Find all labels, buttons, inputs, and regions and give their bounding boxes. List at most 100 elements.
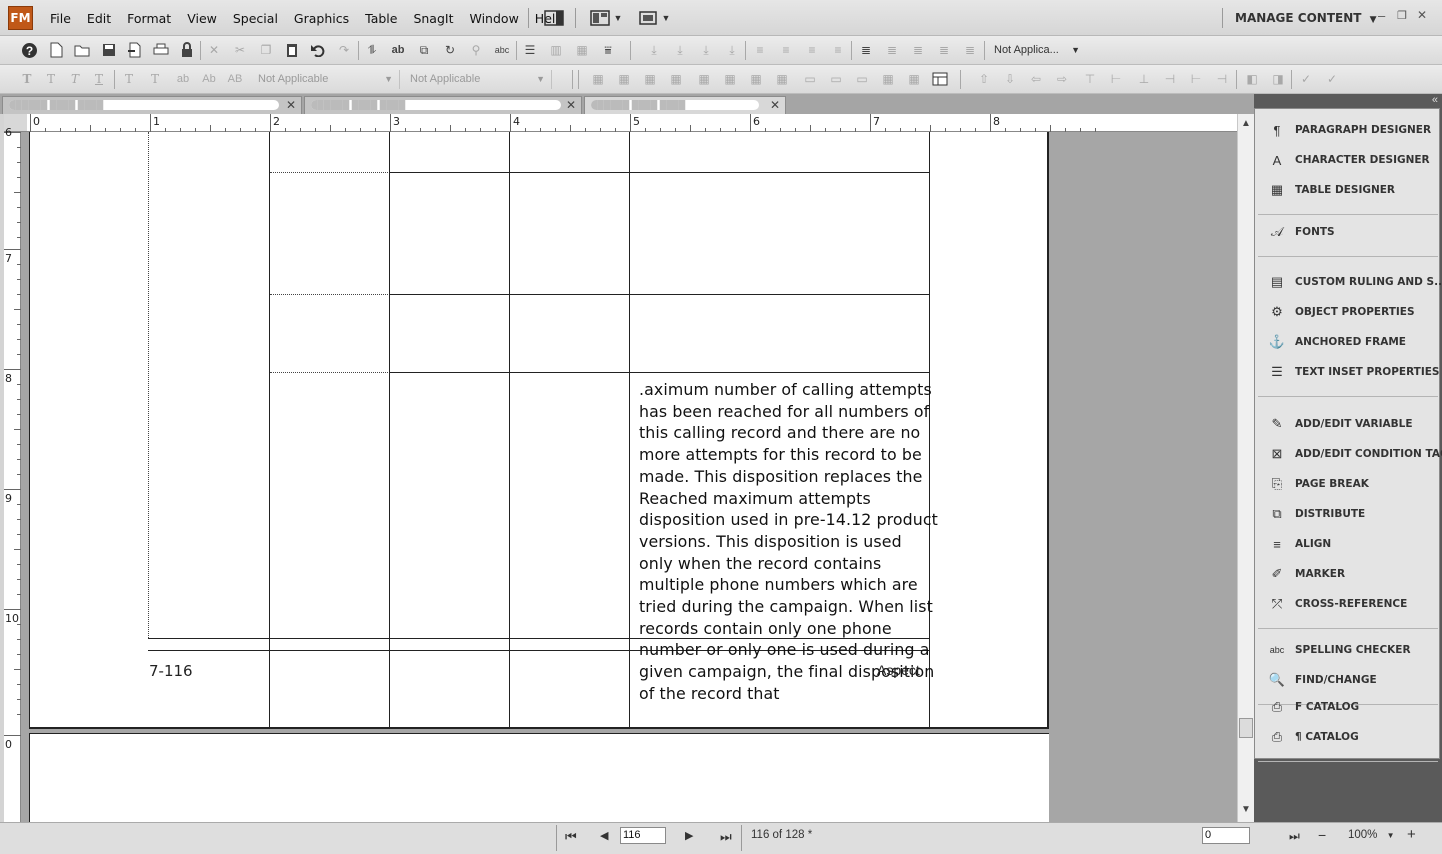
spell-check-icon[interactable]: abc	[493, 41, 511, 59]
insert-row-icon[interactable]: ▦	[695, 70, 713, 88]
document-tab-2[interactable]: ██████ ████ ████ ✕	[304, 96, 582, 114]
scroll-down-icon[interactable]: ▼	[1241, 804, 1251, 815]
panel-item-add-edit-condition-tag[interactable]: ⊠ ADD/EDIT CONDITION TAG	[1268, 443, 1442, 465]
collapse-panel-icon[interactable]: «	[1432, 94, 1438, 106]
table-rows-icon[interactable]: ⩸	[599, 41, 617, 59]
superscript-icon[interactable]: T	[120, 70, 138, 88]
undo-icon[interactable]	[309, 41, 327, 59]
previous-page-icon[interactable]: ◀	[600, 829, 608, 842]
insert-column-icon[interactable]: ▦	[721, 70, 739, 88]
scrollbar-thumb[interactable]	[1239, 718, 1253, 738]
menu-snagit[interactable]: SnagIt	[405, 10, 461, 27]
document-tab-1[interactable]: ██████ ████ ████ ✕	[2, 96, 302, 114]
document-canvas[interactable]: .aximum number of calling attempts has b…	[21, 132, 1237, 822]
page-number-input[interactable]: 116	[620, 827, 666, 844]
menu-table[interactable]: Table	[357, 10, 405, 27]
fit-window-icon[interactable]: ⏭	[1289, 829, 1300, 844]
close-button[interactable]: ✕	[1417, 8, 1427, 22]
object-rotate-icon[interactable]: ◨	[1269, 70, 1287, 88]
screen-mode-dropdown[interactable]: ▼	[636, 8, 672, 28]
align-left-icon[interactable]: ≡	[751, 41, 769, 59]
plain-icon[interactable]: T	[42, 70, 60, 88]
object-align-bottom-icon[interactable]: ⊥	[1135, 70, 1153, 88]
panel-item-marker[interactable]: ✐ MARKER	[1268, 563, 1346, 585]
titlecase-icon[interactable]: Ab	[200, 70, 218, 88]
zoom-out-icon[interactable]: −	[1318, 827, 1326, 843]
subscript-icon[interactable]: T	[146, 70, 164, 88]
panel-item-text-inset-properties[interactable]: ☰ TEXT INSET PROPERTIES	[1268, 361, 1439, 383]
smart-spaces-icon[interactable]: ⥮	[363, 41, 381, 59]
align-baseline-icon[interactable]: ⤓	[723, 41, 741, 59]
line-spacing-double-icon[interactable]: ≣	[909, 41, 927, 59]
coordinate-input[interactable]: 0	[1202, 827, 1250, 844]
paste-icon[interactable]	[283, 41, 301, 59]
close-tab-icon[interactable]: ✕	[770, 98, 780, 112]
menu-special[interactable]: Special	[225, 10, 286, 27]
panel-item-align[interactable]: ≡ ALIGN	[1268, 533, 1331, 555]
scroll-up-icon[interactable]: ▲	[1241, 118, 1251, 129]
panel-item-anchored-frame[interactable]: ⚓ ANCHORED FRAME	[1268, 331, 1406, 353]
condition-tag-dropdown[interactable]: Not Applicable ▼	[406, 70, 552, 89]
menu-file[interactable]: File	[42, 10, 79, 27]
align-center-icon[interactable]: ≡	[777, 41, 795, 59]
table-grid-icon-3[interactable]: ▦	[641, 70, 659, 88]
panel-item-fonts[interactable]: 𝒜 FONTS	[1268, 221, 1335, 243]
zoom-in-icon[interactable]: +	[1407, 826, 1416, 843]
restore-button[interactable]: ❐	[1397, 9, 1407, 22]
panel-item-f-catalog[interactable]: ⎙ F CATALOG	[1268, 696, 1359, 718]
document-page[interactable]: .aximum number of calling attempts has b…	[29, 132, 1049, 729]
accept-change-icon[interactable]: ✓	[1297, 70, 1315, 88]
object-align-top-icon[interactable]: ⊤	[1081, 70, 1099, 88]
open-folder-icon[interactable]	[73, 41, 91, 59]
bold-icon[interactable]: T	[18, 70, 36, 88]
object-align-right-icon[interactable]: ⊣	[1213, 70, 1231, 88]
lock-icon[interactable]	[178, 41, 196, 59]
redo-icon[interactable]: ↷	[335, 41, 353, 59]
table-properties-icon[interactable]	[931, 70, 949, 88]
align-middle-icon[interactable]: ⤓	[671, 41, 689, 59]
help-icon[interactable]: ?	[20, 41, 38, 59]
table-cell-text[interactable]: .aximum number of calling attempts has b…	[639, 379, 939, 705]
copy-icon[interactable]: ❐	[257, 41, 275, 59]
align-bottom-icon[interactable]: ⤓	[697, 41, 715, 59]
menu-view[interactable]: View	[179, 10, 225, 27]
delete-icon[interactable]: ✕	[205, 41, 223, 59]
panel-layout-icon[interactable]	[543, 8, 565, 28]
menu-graphics[interactable]: Graphics	[286, 10, 357, 27]
print-icon[interactable]	[152, 41, 170, 59]
insert-variable-icon[interactable]: ⧉	[415, 41, 433, 59]
first-page-icon[interactable]: ⏮	[565, 829, 577, 845]
merge-cells-icon[interactable]: ▦	[879, 70, 897, 88]
panel-item-object-properties[interactable]: ⚙ OBJECT PROPERTIES	[1268, 301, 1414, 323]
panel-item-catalog[interactable]: ⎙ ¶ CATALOG	[1268, 726, 1359, 748]
arrow-up-icon[interactable]: ⇧	[975, 70, 993, 88]
cell-align-bottom-icon[interactable]: ▭	[853, 70, 871, 88]
table-format-icon[interactable]: ☰	[521, 41, 539, 59]
arrow-left-icon[interactable]: ⇦	[1027, 70, 1045, 88]
object-flip-icon[interactable]: ◧	[1243, 70, 1261, 88]
panel-item-character-designer[interactable]: A CHARACTER DESIGNER	[1268, 149, 1430, 171]
zoom-level-dropdown[interactable]: 100% ▼	[1348, 829, 1395, 841]
panel-item-paragraph-designer[interactable]: ¶ PARAGRAPH DESIGNER	[1268, 119, 1432, 141]
cell-align-middle-icon[interactable]: ▭	[827, 70, 845, 88]
align-right-icon[interactable]: ≡	[803, 41, 821, 59]
last-page-icon[interactable]: ⏭	[720, 829, 732, 845]
object-align-center-icon[interactable]: ⊢	[1187, 70, 1205, 88]
split-cells-icon[interactable]: ▦	[905, 70, 923, 88]
table-grid-icon[interactable]: ▦	[573, 41, 591, 59]
close-tab-icon[interactable]: ✕	[286, 98, 296, 112]
panel-item-table-designer[interactable]: ▦ TABLE DESIGNER	[1268, 179, 1395, 201]
arrow-down-icon[interactable]: ⇩	[1001, 70, 1019, 88]
panel-item-cross-reference[interactable]: ⤱ CROSS-REFERENCE	[1268, 593, 1407, 615]
next-document-page[interactable]	[29, 733, 1049, 822]
panel-item-add-edit-variable[interactable]: ✎ ADD/EDIT VARIABLE	[1268, 413, 1413, 435]
next-page-icon[interactable]: ▶	[685, 829, 693, 842]
table-grid-icon-1[interactable]: ▦	[589, 70, 607, 88]
underline-icon[interactable]: T	[90, 70, 108, 88]
new-document-icon[interactable]	[47, 41, 65, 59]
manage-content-dropdown[interactable]: MANAGE CONTENT ▼	[1235, 11, 1377, 25]
cell-align-top-icon[interactable]: ▭	[801, 70, 819, 88]
minimize-button[interactable]: –	[1378, 8, 1385, 23]
vertical-scrollbar[interactable]: ▲ ▼	[1237, 114, 1254, 822]
space-below-icon[interactable]: ≣	[961, 41, 979, 59]
